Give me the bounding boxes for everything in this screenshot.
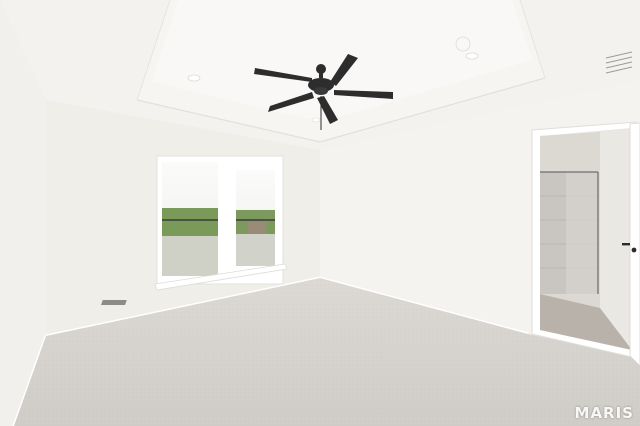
- smoke-detector: [455, 36, 471, 52]
- door[interactable]: [629, 122, 640, 367]
- floor-register: [100, 300, 127, 305]
- recessed-light: [311, 117, 321, 123]
- double-window: [154, 155, 288, 291]
- recessed-light: [187, 74, 201, 82]
- room-scene: [0, 0, 640, 426]
- bathroom-doorway[interactable]: [531, 121, 640, 367]
- recessed-light: [465, 52, 479, 60]
- watermark: MARIS: [574, 404, 634, 422]
- door-handle[interactable]: [631, 247, 637, 253]
